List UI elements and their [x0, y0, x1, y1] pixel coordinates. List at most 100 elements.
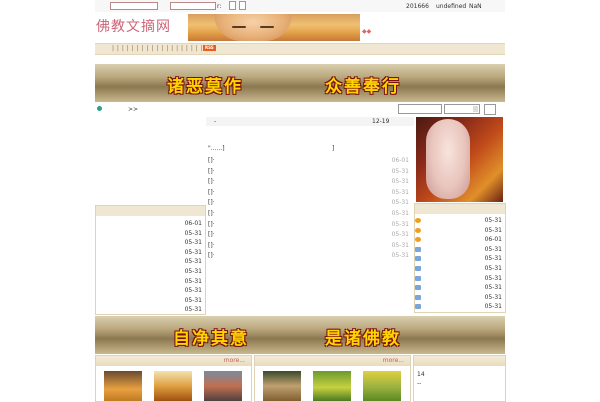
center-top-row[interactable]: - 12-19 — [206, 117, 414, 126]
left-panel-header — [96, 206, 205, 216]
item-date: 06-01 — [184, 220, 202, 227]
search-button[interactable] — [484, 104, 496, 115]
list-item[interactable]: 05-31 — [415, 283, 505, 293]
register-button[interactable] — [239, 1, 246, 10]
list-item[interactable]: []· 05-31 — [208, 241, 409, 252]
list-item[interactable]: []· 05-31 — [208, 177, 409, 188]
list-item[interactable]: []· 05-31 — [208, 198, 409, 209]
item-date: 05-31 — [391, 252, 409, 260]
item-date: 05-31 — [184, 287, 202, 295]
list-item[interactable]: 06-01 — [415, 235, 505, 245]
thumbnail-flowers-1[interactable] — [313, 371, 351, 401]
more-arrow-link[interactable]: >> — [128, 106, 138, 113]
thumbnail-buddha[interactable] — [154, 371, 192, 401]
right-panel-header — [415, 204, 505, 214]
list-item[interactable]: 05-31 — [96, 229, 205, 239]
item-date: 05-31 — [484, 284, 502, 292]
item-date: 05-31 — [484, 255, 502, 263]
more-link-2[interactable]: more... — [383, 357, 404, 364]
item-prefix: []· — [208, 209, 215, 217]
list-item[interactable]: []· 05-31 — [208, 230, 409, 241]
chevron-down-icon — [473, 106, 478, 112]
rss-badge[interactable]: RSS — [203, 45, 216, 51]
list-item[interactable]: []· 05-31 — [208, 209, 409, 220]
item-date: 05-31 — [484, 217, 502, 224]
list-item[interactable]: 05-31 — [96, 238, 205, 248]
center-article-list: []· 06-01 []· 05-31 []· 05-31 []· 05-31 []· 05-31… — [208, 156, 409, 262]
item-date: 05-31 — [184, 258, 202, 266]
list-item[interactable]: 05-31 — [96, 267, 205, 277]
center-top-dash: - — [214, 118, 217, 125]
item-date: 05-31 — [391, 178, 409, 186]
banner-slogan-left: 诸恶莫作 — [167, 77, 243, 97]
list-item[interactable]: 05-31 — [96, 296, 205, 306]
list-item[interactable]: 05-31 — [415, 293, 505, 303]
search-category-select[interactable] — [444, 104, 480, 114]
info-number: 14 — [417, 371, 425, 378]
item-date: 05-31 — [391, 241, 409, 249]
center-headline-bracket: ] — [332, 145, 335, 152]
center-headline[interactable]: "......] — [208, 145, 225, 152]
item-prefix: []· — [208, 157, 215, 164]
hot-icon — [415, 237, 421, 243]
hot-icon — [415, 218, 421, 223]
item-date: 05-31 — [391, 188, 409, 196]
right-article-list: 05-31 05-31 06-01 05-31 05-31 05-31 05-31 05-31… — [415, 214, 505, 312]
item-date: 05-31 — [484, 245, 502, 253]
list-item[interactable]: []· 05-31 — [208, 167, 409, 178]
item-prefix: []· — [208, 178, 215, 186]
item-date: 05-31 — [484, 293, 502, 301]
thumbnail-monk-1[interactable] — [104, 371, 142, 401]
site-logo[interactable]: 佛教文摘网 — [96, 16, 171, 36]
list-item[interactable]: []· 06-01 — [208, 156, 409, 167]
list-item[interactable]: []· 05-31 — [208, 251, 409, 262]
list-item[interactable]: 05-31 — [96, 277, 205, 287]
document-icon — [415, 285, 421, 291]
list-item[interactable]: 05-31 — [96, 257, 205, 267]
list-item[interactable]: 05-31 — [415, 274, 505, 284]
item-date: 05-31 — [391, 199, 409, 207]
password-input[interactable] — [170, 2, 216, 10]
nav-menu[interactable]: | | | | | | | | | | | | | | | | | | | | … — [112, 45, 213, 52]
list-item[interactable]: 05-31 — [415, 245, 505, 255]
item-date: 05-31 — [184, 229, 202, 237]
item-prefix: []· — [208, 220, 215, 228]
list-item[interactable]: 05-31 — [415, 264, 505, 274]
bottom-gallery-panel-2: more... — [254, 355, 411, 402]
list-item[interactable]: 05-31 — [415, 216, 505, 226]
username-input[interactable] — [110, 2, 158, 10]
item-date: 05-31 — [184, 277, 202, 285]
info-header — [414, 356, 505, 366]
item-date: 05-31 — [184, 239, 202, 247]
list-item[interactable]: 05-31 — [415, 302, 505, 312]
item-date: 05-31 — [184, 306, 202, 314]
eye-right — [260, 26, 274, 28]
item-prefix: []· — [208, 199, 215, 207]
left-article-list: 06-01 05-31 05-31 05-31 05-31 05-31 05-31 05-31… — [96, 216, 205, 315]
item-date: 06-01 — [484, 236, 502, 244]
thumbnail-monk-2[interactable] — [204, 371, 242, 401]
list-item[interactable]: 05-31 — [96, 248, 205, 258]
list-item[interactable]: 05-31 — [96, 286, 205, 296]
list-item[interactable]: 05-31 — [415, 254, 505, 264]
item-prefix: []· — [208, 167, 215, 175]
document-icon — [415, 275, 421, 281]
item-date: 05-31 — [484, 226, 502, 234]
item-prefix: []· — [208, 252, 215, 260]
more-link-1[interactable]: more... — [224, 357, 245, 364]
item-date: 05-31 — [391, 220, 409, 228]
list-item[interactable]: 06-01 — [96, 219, 205, 229]
thumbnail-monk-3[interactable] — [263, 371, 301, 401]
document-icon — [415, 294, 421, 300]
list-item[interactable]: []· 05-31 — [208, 220, 409, 231]
list-item[interactable]: []· 05-31 — [208, 188, 409, 199]
thumbnail-flowers-2[interactable] — [363, 371, 401, 401]
login-button[interactable] — [229, 1, 236, 10]
search-input[interactable] — [398, 104, 442, 114]
list-item[interactable]: 05-31 — [96, 305, 205, 315]
list-item[interactable]: 05-31 — [415, 226, 505, 236]
item-date: 05-31 — [484, 274, 502, 282]
item-date: 06-01 — [391, 157, 409, 164]
left-article-panel: 06-01 05-31 05-31 05-31 05-31 05-31 05-31 05-31… — [95, 205, 206, 315]
visit-counter: 201666 — [406, 3, 429, 10]
